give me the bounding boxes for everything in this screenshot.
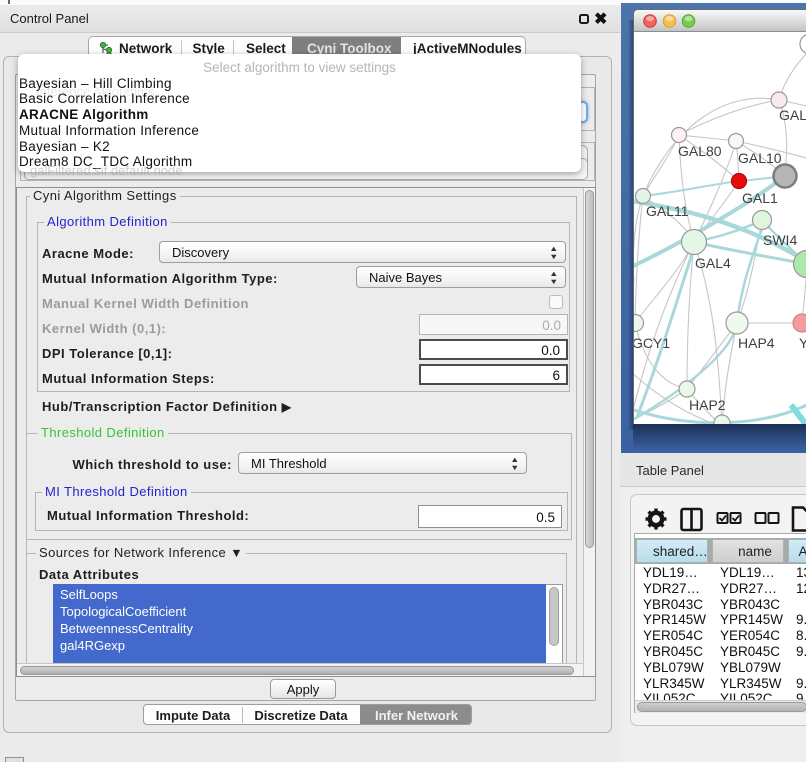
svg-text:GAL1: GAL1 bbox=[742, 190, 778, 206]
svg-text:HAP4: HAP4 bbox=[738, 335, 775, 351]
svg-text:HAP2: HAP2 bbox=[689, 397, 726, 413]
svg-text:Y: Y bbox=[799, 335, 806, 351]
svg-text:SWI4: SWI4 bbox=[763, 232, 797, 248]
svg-text:GAL11: GAL11 bbox=[646, 203, 689, 219]
svg-text:GAL10: GAL10 bbox=[738, 150, 782, 166]
svg-text:GCY1: GCY1 bbox=[634, 335, 670, 351]
svg-text:GAL2: GAL2 bbox=[779, 107, 806, 123]
svg-text:GAL80: GAL80 bbox=[678, 143, 722, 159]
svg-text:GAL4: GAL4 bbox=[695, 255, 731, 271]
